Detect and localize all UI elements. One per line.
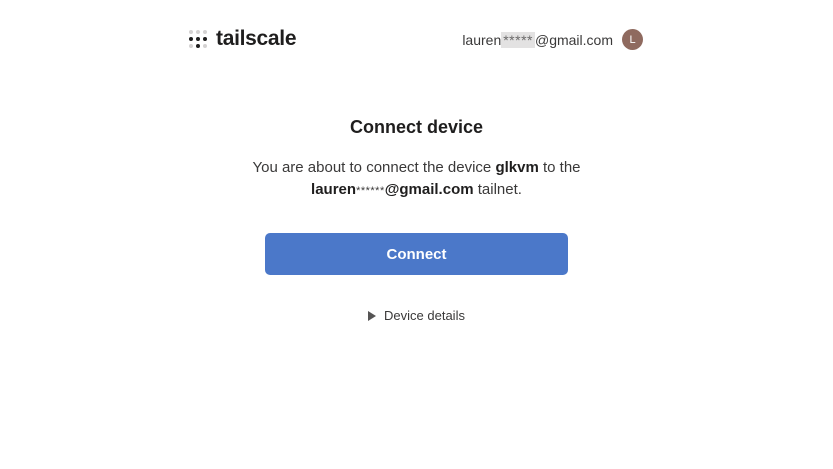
email-mask: ***** — [501, 31, 535, 48]
account-menu[interactable]: lauren ***** @gmail.com L — [462, 29, 643, 50]
connect-button[interactable]: Connect — [265, 233, 568, 275]
tailscale-dots-icon — [189, 30, 207, 48]
device-details-toggle[interactable]: Device details — [0, 308, 833, 323]
connect-description: You are about to connect the device glkv… — [252, 159, 581, 198]
device-name: glkvm — [495, 159, 539, 176]
tailnet-name: lauren******@gmail.com — [311, 181, 474, 198]
device-details-label: Device details — [384, 308, 465, 323]
account-email: lauren ***** @gmail.com — [462, 31, 613, 48]
avatar[interactable]: L — [622, 29, 643, 50]
page: tailscale lauren ***** @gmail.com L Connec… — [0, 0, 833, 469]
logo-text: tailscale — [216, 27, 297, 50]
triangle-right-icon — [368, 310, 377, 321]
tailscale-logo[interactable]: tailscale — [189, 27, 297, 51]
page-title: Connect device — [349, 117, 484, 137]
